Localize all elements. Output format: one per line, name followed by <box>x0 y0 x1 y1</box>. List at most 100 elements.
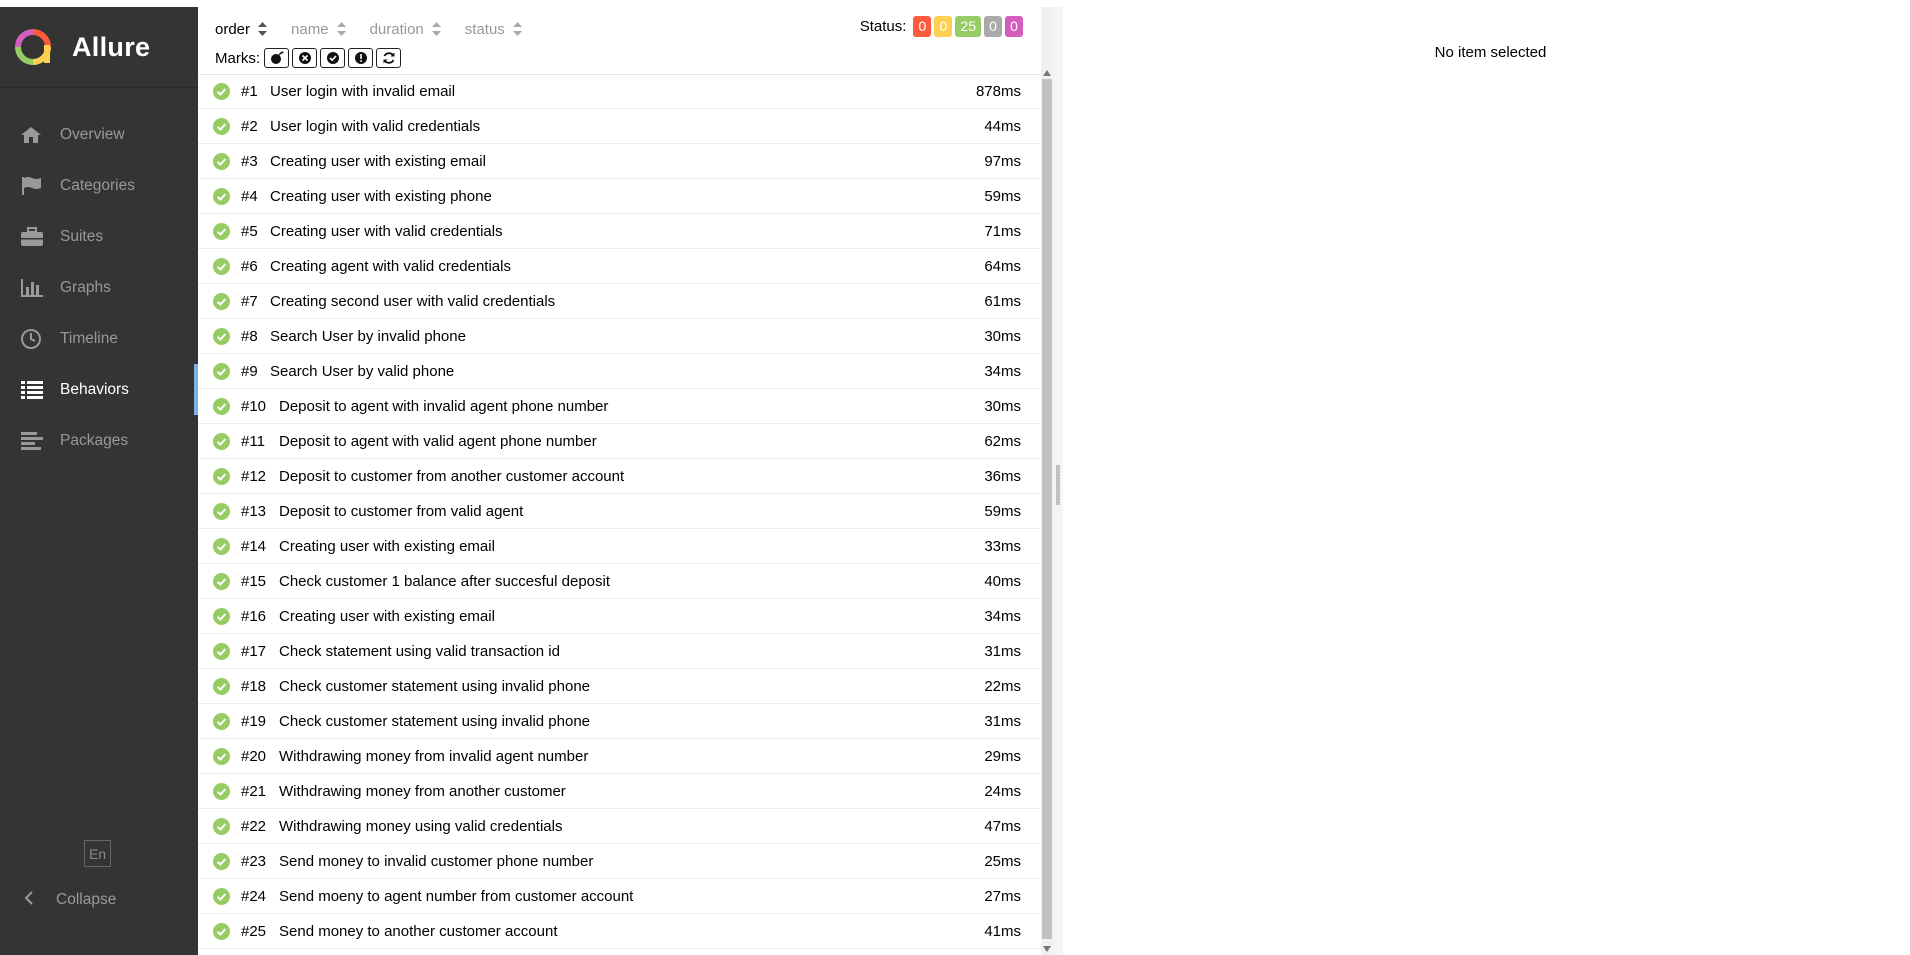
test-name: Check customer 1 balance after succesful… <box>279 572 611 590</box>
test-name: Deposit to customer from valid agent <box>279 502 524 520</box>
table-row[interactable]: #21 Withdrawing money from another custom… <box>198 774 1041 809</box>
passed-status-icon <box>213 223 230 240</box>
table-row[interactable]: #11 Deposit to agent with valid agent pho… <box>198 424 1041 459</box>
table-row[interactable]: #15 Check customer 1 balance after succes… <box>198 564 1041 599</box>
sort-icon <box>258 22 268 36</box>
pane-splitter[interactable] <box>1053 7 1063 955</box>
table-row[interactable]: #2 User login with valid credentials 44ms <box>198 109 1041 144</box>
drag-handle-icon <box>1056 465 1060 505</box>
test-name: Deposit to agent with invalid agent phon… <box>279 397 609 415</box>
table-row[interactable]: #19 Check customer statement using invali… <box>198 704 1041 739</box>
test-number: #19 <box>241 712 267 730</box>
table-row[interactable]: #6 Creating agent with valid credentials 6… <box>198 249 1041 284</box>
new-broken-icon <box>354 52 367 64</box>
table-row[interactable]: #8 Search User by invalid phone 30ms <box>198 319 1041 354</box>
table-row[interactable]: #20 Withdrawing money from invalid agent … <box>198 739 1041 774</box>
test-duration: 27ms <box>984 887 1021 905</box>
status-broken-badge[interactable]: 0 <box>934 16 953 37</box>
mark-retries-button[interactable] <box>376 48 401 68</box>
collapse-label: Collapse <box>56 891 117 908</box>
test-name: Check customer statement using invalid p… <box>279 712 591 730</box>
sort-by-duration[interactable]: duration <box>370 21 441 38</box>
mark-new-failed-button[interactable] <box>292 48 317 68</box>
mark-flaky-button[interactable] <box>264 48 289 68</box>
mark-new-passed-button[interactable] <box>320 48 345 68</box>
table-row[interactable]: #5 Creating user with valid credentials 71… <box>198 214 1041 249</box>
test-name: Creating user with existing phone <box>270 187 492 205</box>
table-row[interactable]: #13 Deposit to customer from valid agent 5… <box>198 494 1041 529</box>
table-row[interactable]: #25 Send money to another customer accoun… <box>198 914 1041 949</box>
test-number: #9 <box>241 362 258 380</box>
passed-status-icon <box>213 888 230 905</box>
test-number: #7 <box>241 292 258 310</box>
table-row[interactable]: #16 Creating user with existing email 34ms <box>198 599 1041 634</box>
sort-icon <box>336 22 346 36</box>
language-selector[interactable]: En <box>84 840 111 867</box>
sorter-label: duration <box>369 20 424 38</box>
sidebar-item-packages[interactable]: Packages <box>0 415 198 466</box>
sidebar-item-suites[interactable]: Suites <box>0 211 198 262</box>
sidebar-item-overview[interactable]: Overview <box>0 109 198 160</box>
passed-status-icon <box>213 328 230 345</box>
status-passed-badge[interactable]: 25 <box>955 16 981 37</box>
status-unknown-badge[interactable]: 0 <box>1005 16 1023 37</box>
passed-status-icon <box>213 853 230 870</box>
collapse-button[interactable]: Collapse <box>24 883 116 917</box>
table-row[interactable]: #18 Check customer statement using invali… <box>198 669 1041 704</box>
scroll-up-arrow-icon[interactable] <box>1041 67 1053 79</box>
brand[interactable]: Allure <box>14 27 150 67</box>
sort-by-name[interactable]: name <box>291 21 346 38</box>
test-duration: 40ms <box>984 572 1021 590</box>
tree-scrollbar[interactable] <box>1041 7 1053 955</box>
sidebar-item-timeline[interactable]: Timeline <box>0 313 198 364</box>
sidebar-item-label: Overview <box>60 125 125 143</box>
sidebar-item-behaviors[interactable]: Behaviors <box>0 364 198 415</box>
sidebar-item-label: Graphs <box>60 278 111 296</box>
test-name: Deposit to agent with valid agent phone … <box>279 432 597 450</box>
test-duration: 29ms <box>984 747 1021 765</box>
sort-by-order[interactable]: order <box>215 21 268 38</box>
test-name: Send money to invalid customer phone num… <box>279 852 594 870</box>
test-name: Creating user with existing email <box>270 152 486 170</box>
passed-status-icon <box>213 748 230 765</box>
app-name: Allure <box>72 31 151 62</box>
table-row[interactable]: #4 Creating user with existing phone 59ms <box>198 179 1041 214</box>
table-row[interactable]: #23 Send money to invalid customer phone … <box>198 844 1041 879</box>
table-row[interactable]: #14 Creating user with existing email 33ms <box>198 529 1041 564</box>
table-row[interactable]: #1 User login with invalid email 878ms <box>198 74 1041 109</box>
scrollbar-thumb[interactable] <box>1042 79 1052 939</box>
passed-status-icon <box>213 83 230 100</box>
table-row[interactable]: #10 Deposit to agent with invalid agent p… <box>198 389 1041 424</box>
mark-new-broken-button[interactable] <box>348 48 373 68</box>
home-icon <box>20 123 46 147</box>
test-duration: 24ms <box>984 782 1021 800</box>
sidebar-item-graphs[interactable]: Graphs <box>0 262 198 313</box>
scroll-down-arrow-icon[interactable] <box>1041 943 1053 955</box>
sidebar-item-label: Categories <box>60 176 135 194</box>
passed-status-icon <box>213 153 230 170</box>
passed-status-icon <box>213 293 230 310</box>
test-duration: 31ms <box>984 642 1021 660</box>
table-row[interactable]: #17 Check statement using valid transacti… <box>198 634 1041 669</box>
table-row[interactable]: #12 Deposit to customer from another cust… <box>198 459 1041 494</box>
sidebar-item-categories[interactable]: Categories <box>0 160 198 211</box>
table-row[interactable]: #7 Creating second user with valid creden… <box>198 284 1041 319</box>
test-number: #17 <box>241 642 267 660</box>
table-row[interactable]: #24 Send moeny to agent number from custo… <box>198 879 1041 914</box>
status-skipped-badge[interactable]: 0 <box>984 16 1002 37</box>
test-name: Search User by invalid phone <box>270 327 466 345</box>
test-case-list: #1 User login with invalid email 878ms #2 Us… <box>198 74 1041 949</box>
passed-status-icon <box>213 678 230 695</box>
status-failed-badge[interactable]: 0 <box>913 16 932 37</box>
passed-status-icon <box>213 713 230 730</box>
test-name: Withdrawing money from invalid agent num… <box>279 747 589 765</box>
test-duration: 61ms <box>984 292 1021 310</box>
table-row[interactable]: #9 Search User by valid phone 34ms <box>198 354 1041 389</box>
sort-by-status[interactable]: status <box>465 21 522 38</box>
test-number: #16 <box>241 607 267 625</box>
test-number: #10 <box>241 397 267 415</box>
table-row[interactable]: #22 Withdrawing money using valid credent… <box>198 809 1041 844</box>
test-number: #11 <box>241 432 265 450</box>
table-row[interactable]: #3 Creating user with existing email 97ms <box>198 144 1041 179</box>
behaviors-tree-pane: order name duration status Status: 0 0 2… <box>198 7 1041 955</box>
